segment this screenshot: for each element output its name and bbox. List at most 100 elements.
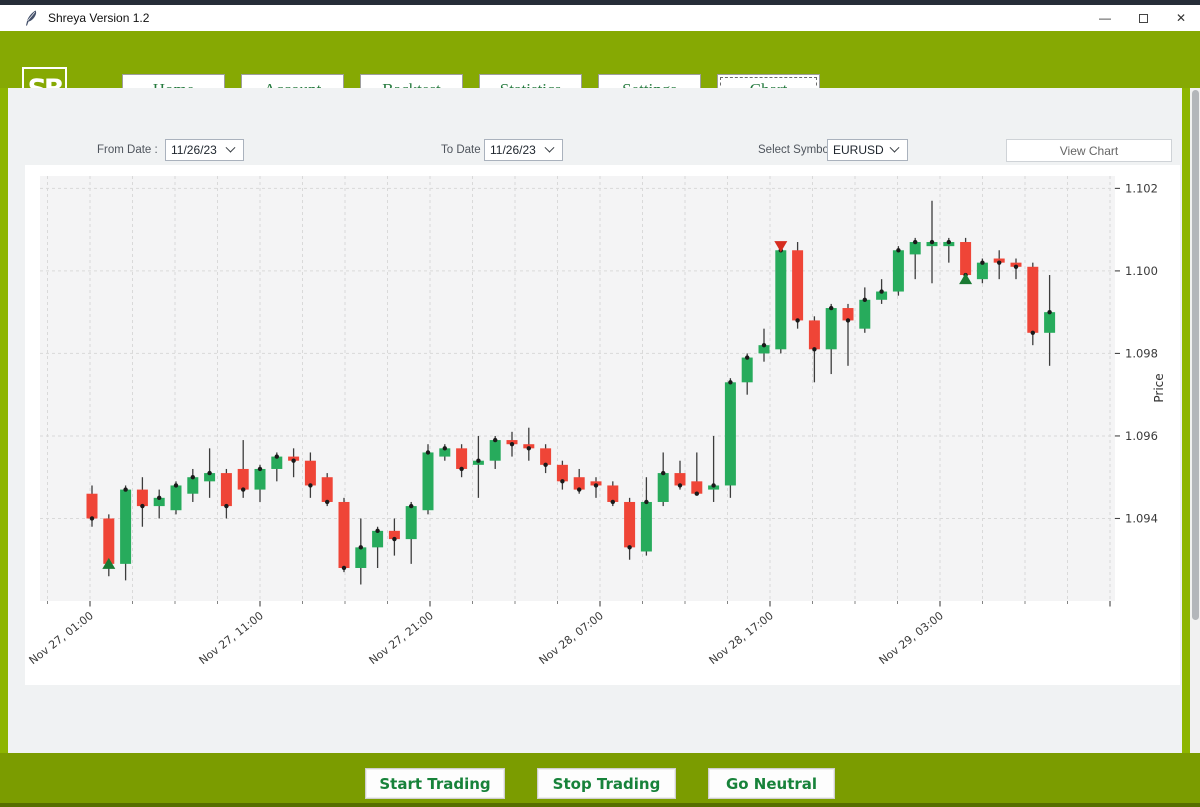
tk-feather-icon [24, 10, 38, 26]
candle-body [120, 490, 131, 564]
from-date-dropdown[interactable]: 11/26/23 [165, 139, 244, 161]
close-dot [577, 487, 581, 491]
footer-edge [0, 803, 1200, 807]
y-axis-label: Price [1152, 373, 1166, 402]
view-chart-button[interactable]: View Chart [1006, 139, 1172, 162]
candle-body [355, 547, 366, 568]
y-tick-label: 1.096 [1125, 429, 1158, 443]
to-date-dropdown[interactable]: 11/26/23 [484, 139, 563, 161]
close-dot [157, 496, 161, 500]
close-dot [627, 545, 631, 549]
close-dot [207, 471, 211, 475]
candle-body [624, 502, 635, 547]
close-dot [997, 260, 1001, 264]
close-dot [510, 442, 514, 446]
candle-body [406, 506, 417, 539]
close-dot [359, 545, 363, 549]
stop-trading-button[interactable]: Stop Trading [537, 768, 676, 799]
close-dot [947, 240, 951, 244]
candle-body [1027, 267, 1038, 333]
close-dot [426, 450, 430, 454]
close-dot [812, 347, 816, 351]
window-left-border [0, 88, 8, 753]
close-dot [1014, 265, 1018, 269]
close-dot [762, 343, 766, 347]
close-dot [594, 483, 598, 487]
candlestick-chart: Nov 27, 01:00Nov 27, 11:00Nov 27, 21:00N… [25, 165, 1180, 685]
candle-body [456, 448, 467, 469]
close-dot [123, 487, 127, 491]
candle-body [137, 490, 148, 507]
close-dot [342, 566, 346, 570]
candle-body [423, 452, 434, 510]
close-dot [493, 438, 497, 442]
maximize-icon[interactable] [1124, 5, 1162, 31]
close-dot [644, 500, 648, 504]
close-dot [745, 355, 749, 359]
close-dot [846, 318, 850, 322]
close-dot [879, 289, 883, 293]
close-dot [678, 483, 682, 487]
close-dot [375, 529, 379, 533]
candle-body [255, 469, 266, 490]
symbol-dropdown[interactable]: EURUSD [827, 139, 908, 161]
candle-body [87, 494, 98, 519]
start-trading-button[interactable]: Start Trading [365, 768, 505, 799]
candle-body [641, 502, 652, 552]
candle-body [540, 448, 551, 465]
close-dot [308, 483, 312, 487]
candle-body [607, 485, 618, 502]
close-dot [140, 504, 144, 508]
candle-body [322, 477, 333, 502]
close-dot [325, 500, 329, 504]
candle-body [826, 308, 837, 349]
candle-body [339, 502, 350, 568]
close-dot [224, 504, 228, 508]
from-date-label: From Date : [97, 144, 158, 156]
close-dot [174, 483, 178, 487]
chevron-down-icon [545, 142, 555, 152]
close-dot [695, 492, 699, 496]
candle-body [859, 300, 870, 329]
candle-body [305, 461, 316, 486]
minimize-icon[interactable]: — [1086, 5, 1124, 31]
close-icon[interactable]: ✕ [1162, 5, 1200, 31]
close-dot [1047, 310, 1051, 314]
to-date-value: 11/26/23 [485, 143, 546, 157]
y-tick-label: 1.102 [1125, 181, 1158, 195]
close-dot [560, 479, 564, 483]
candle-body [372, 531, 383, 548]
candle-body [557, 465, 568, 482]
plot-bg [40, 176, 1115, 601]
chevron-down-icon [890, 142, 900, 152]
close-dot [728, 380, 732, 384]
close-dot [913, 240, 917, 244]
close-dot [476, 459, 480, 463]
candle-body [742, 358, 753, 383]
close-dot [611, 500, 615, 504]
close-dot [291, 459, 295, 463]
close-dot [258, 467, 262, 471]
vertical-scrollbar[interactable] [1190, 88, 1200, 753]
candle-body [775, 250, 786, 349]
scrollbar-thumb[interactable] [1192, 90, 1199, 620]
candle-body [238, 469, 249, 490]
nav-bar: SB Home Account Backtest Statistics Sett… [0, 31, 1200, 88]
chevron-down-icon [226, 142, 236, 152]
close-dot [241, 487, 245, 491]
candle-body [893, 250, 904, 291]
close-dot [459, 467, 463, 471]
candle-body [809, 320, 820, 349]
close-dot [191, 475, 195, 479]
candle-body [103, 518, 114, 563]
close-dot [1031, 331, 1035, 335]
close-dot [275, 454, 279, 458]
close-dot [711, 483, 715, 487]
candle-body [1044, 312, 1055, 333]
go-neutral-button[interactable]: Go Neutral [708, 768, 835, 799]
close-dot [930, 240, 934, 244]
close-dot [543, 463, 547, 467]
candle-body [792, 250, 803, 320]
close-dot [661, 471, 665, 475]
close-dot [980, 260, 984, 264]
